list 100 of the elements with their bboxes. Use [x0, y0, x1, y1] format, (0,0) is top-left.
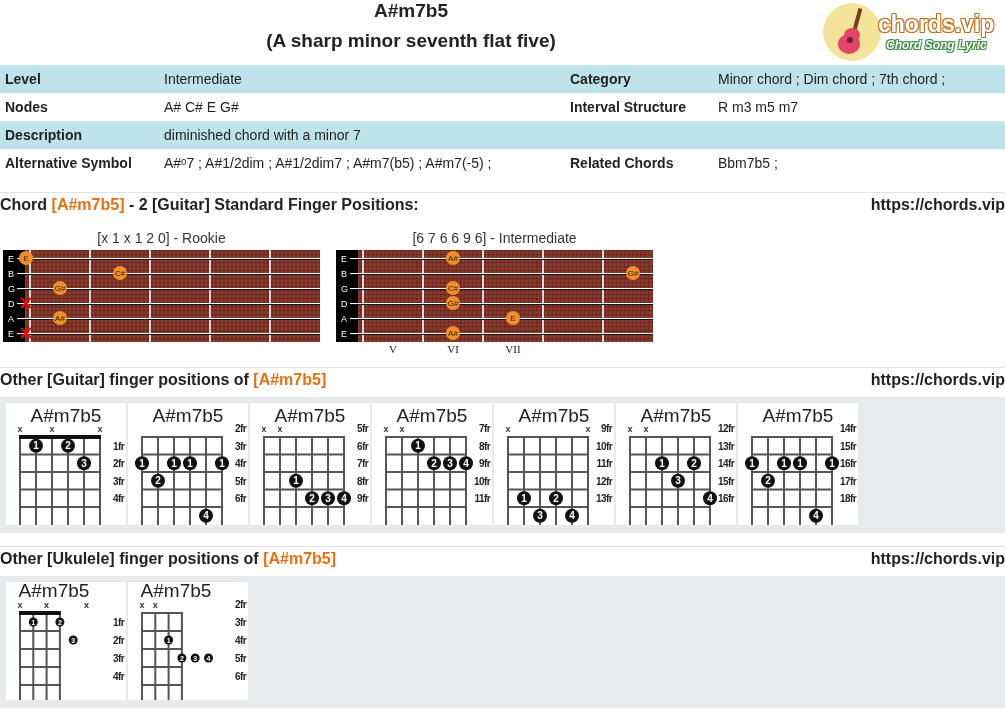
info-label: Interval Structure — [570, 99, 687, 115]
finger-dot: 1 — [745, 456, 759, 471]
muted-string-mark: x — [261, 424, 267, 434]
muted-string-mark: x — [399, 424, 405, 434]
finger-dot: 3 — [443, 456, 457, 471]
finger-dot: 1 — [183, 456, 197, 471]
info-value: Minor chord ; Dim chord ; 7th chord ; — [718, 71, 947, 87]
finger-dot: 1 — [655, 456, 669, 471]
muted-string-mark: x — [277, 424, 283, 434]
fret-label: 1fr — [113, 617, 124, 628]
string-label: B — [341, 269, 347, 279]
info-value: R m3 m5 m7 — [718, 99, 800, 115]
site-link[interactable]: https://chords.vip — [870, 550, 1005, 568]
site-link[interactable]: https://chords.vip — [870, 371, 1005, 389]
fret-label: 9fr — [479, 458, 490, 470]
finger-dot: 1 — [167, 456, 181, 471]
string-label: B — [8, 269, 14, 279]
site-link[interactable]: https://chords.vip — [870, 196, 1005, 214]
chord-name: A#m7b5 — [30, 405, 102, 426]
muted-string-mark: x — [383, 424, 389, 434]
chord-name: A#m7b5 — [518, 405, 590, 426]
fret-label: 3fr — [113, 475, 124, 487]
note-dot: G# — [53, 281, 67, 295]
finger-dot: 1 — [793, 456, 807, 471]
muted-string-mark: x — [17, 600, 23, 610]
logo-tagline: Chord Song Lyric — [886, 38, 988, 53]
note-dot: C# — [113, 266, 127, 280]
muted-string-mark: x — [84, 600, 89, 610]
fret-label: 13fr — [718, 440, 734, 452]
string-label: E — [341, 254, 347, 264]
fret-label: 3fr — [235, 440, 246, 452]
finger-dot: 2 — [687, 456, 701, 471]
info-value: A#ᵒ7 ; A#1/2dim ; A#1/2dim7 ; A#m7(b5) ; A#m7(-5) ; — [164, 155, 493, 171]
finger-dot: 1 — [135, 456, 149, 471]
fret-label: 9fr — [357, 493, 368, 505]
fret-position-label: V — [389, 343, 397, 355]
chord-title: A#m7b5 — [374, 0, 448, 22]
fret-label: 16fr — [718, 493, 734, 505]
info-label: Nodes — [5, 99, 49, 115]
fret-label: 10fr — [474, 475, 490, 487]
string-label: D — [8, 299, 15, 309]
fret-label: 16fr — [840, 458, 856, 470]
fret-label: 2fr — [235, 423, 246, 435]
fret-label: 4fr — [235, 458, 246, 470]
chord-name: A#m7b5 — [152, 405, 224, 426]
fretboard-caption: [6 7 6 6 9 6] - Intermediate — [412, 230, 577, 248]
fret-label: 2fr — [235, 599, 246, 610]
finger-dot: 3 — [533, 508, 547, 523]
finger-dot: 1 — [215, 456, 229, 471]
muted-string-mark: x — [49, 424, 55, 434]
note-dot: A# — [446, 251, 460, 265]
finger-dot: 1 — [289, 473, 303, 488]
chord-name: A#m7b5 — [18, 582, 90, 601]
finger-dot: 4 — [199, 508, 213, 523]
fret-label: 4fr — [113, 671, 124, 682]
finger-dot: 2 — [761, 473, 775, 488]
fret-label: 1fr — [113, 440, 124, 452]
note-dot: A# — [53, 311, 67, 325]
string-label: E — [341, 329, 347, 339]
fret-position-label: VI — [447, 343, 459, 355]
finger-dot: 4 — [809, 508, 823, 523]
chord-full-name: (A sharp minor seventh flat five) — [266, 30, 556, 52]
fret-label: 5fr — [235, 475, 246, 487]
fret-label: 5fr — [235, 653, 246, 664]
fret-label: 12fr — [596, 475, 612, 487]
finger-dot: 2 — [427, 456, 441, 471]
finger-dot: 4 — [703, 491, 717, 506]
fret-label: 11fr — [596, 458, 612, 470]
finger-dot: 2 — [151, 473, 165, 488]
note-dot: C# — [446, 281, 460, 295]
fret-label: 11fr — [474, 493, 490, 505]
section-title: Other [Guitar] finger positions of [A#m7b5] — [0, 371, 327, 389]
fret-label: 5fr — [357, 423, 368, 435]
chord-name: A#m7b5 — [396, 405, 468, 426]
muted-string-mark: x — [585, 424, 591, 434]
fret-label: 15fr — [718, 475, 734, 487]
fret-label: 7fr — [479, 423, 490, 435]
info-value: Bbm7b5 ; — [718, 155, 779, 171]
finger-dot: 2 — [549, 491, 563, 506]
fret-label: 18fr — [840, 493, 856, 505]
info-value: A# C# E G# — [164, 99, 240, 115]
info-label: Description — [5, 127, 83, 143]
fret-label: 13fr — [596, 493, 612, 505]
muted-string-mark: x — [643, 424, 649, 434]
fret-position-label: VII — [505, 343, 521, 355]
info-value: Intermediate — [164, 71, 243, 87]
section-title: Other [Ukulele] finger positions of [A#m7b5] — [0, 550, 337, 568]
muted-string-mark: x — [97, 424, 103, 434]
fret-label: 17fr — [840, 475, 856, 487]
fret-label: 6fr — [235, 671, 246, 682]
string-label: G — [341, 284, 348, 294]
info-label: Level — [5, 71, 42, 87]
string-label: A — [8, 314, 14, 324]
finger-dot: 1 — [411, 438, 425, 453]
note-dot: A# — [446, 326, 460, 340]
note-dot: G# — [626, 266, 640, 280]
finger-dot: 2 — [61, 438, 75, 453]
finger-dot: 1 — [825, 456, 839, 471]
note-dot: E — [506, 311, 520, 325]
fret-label: 14fr — [718, 458, 734, 470]
